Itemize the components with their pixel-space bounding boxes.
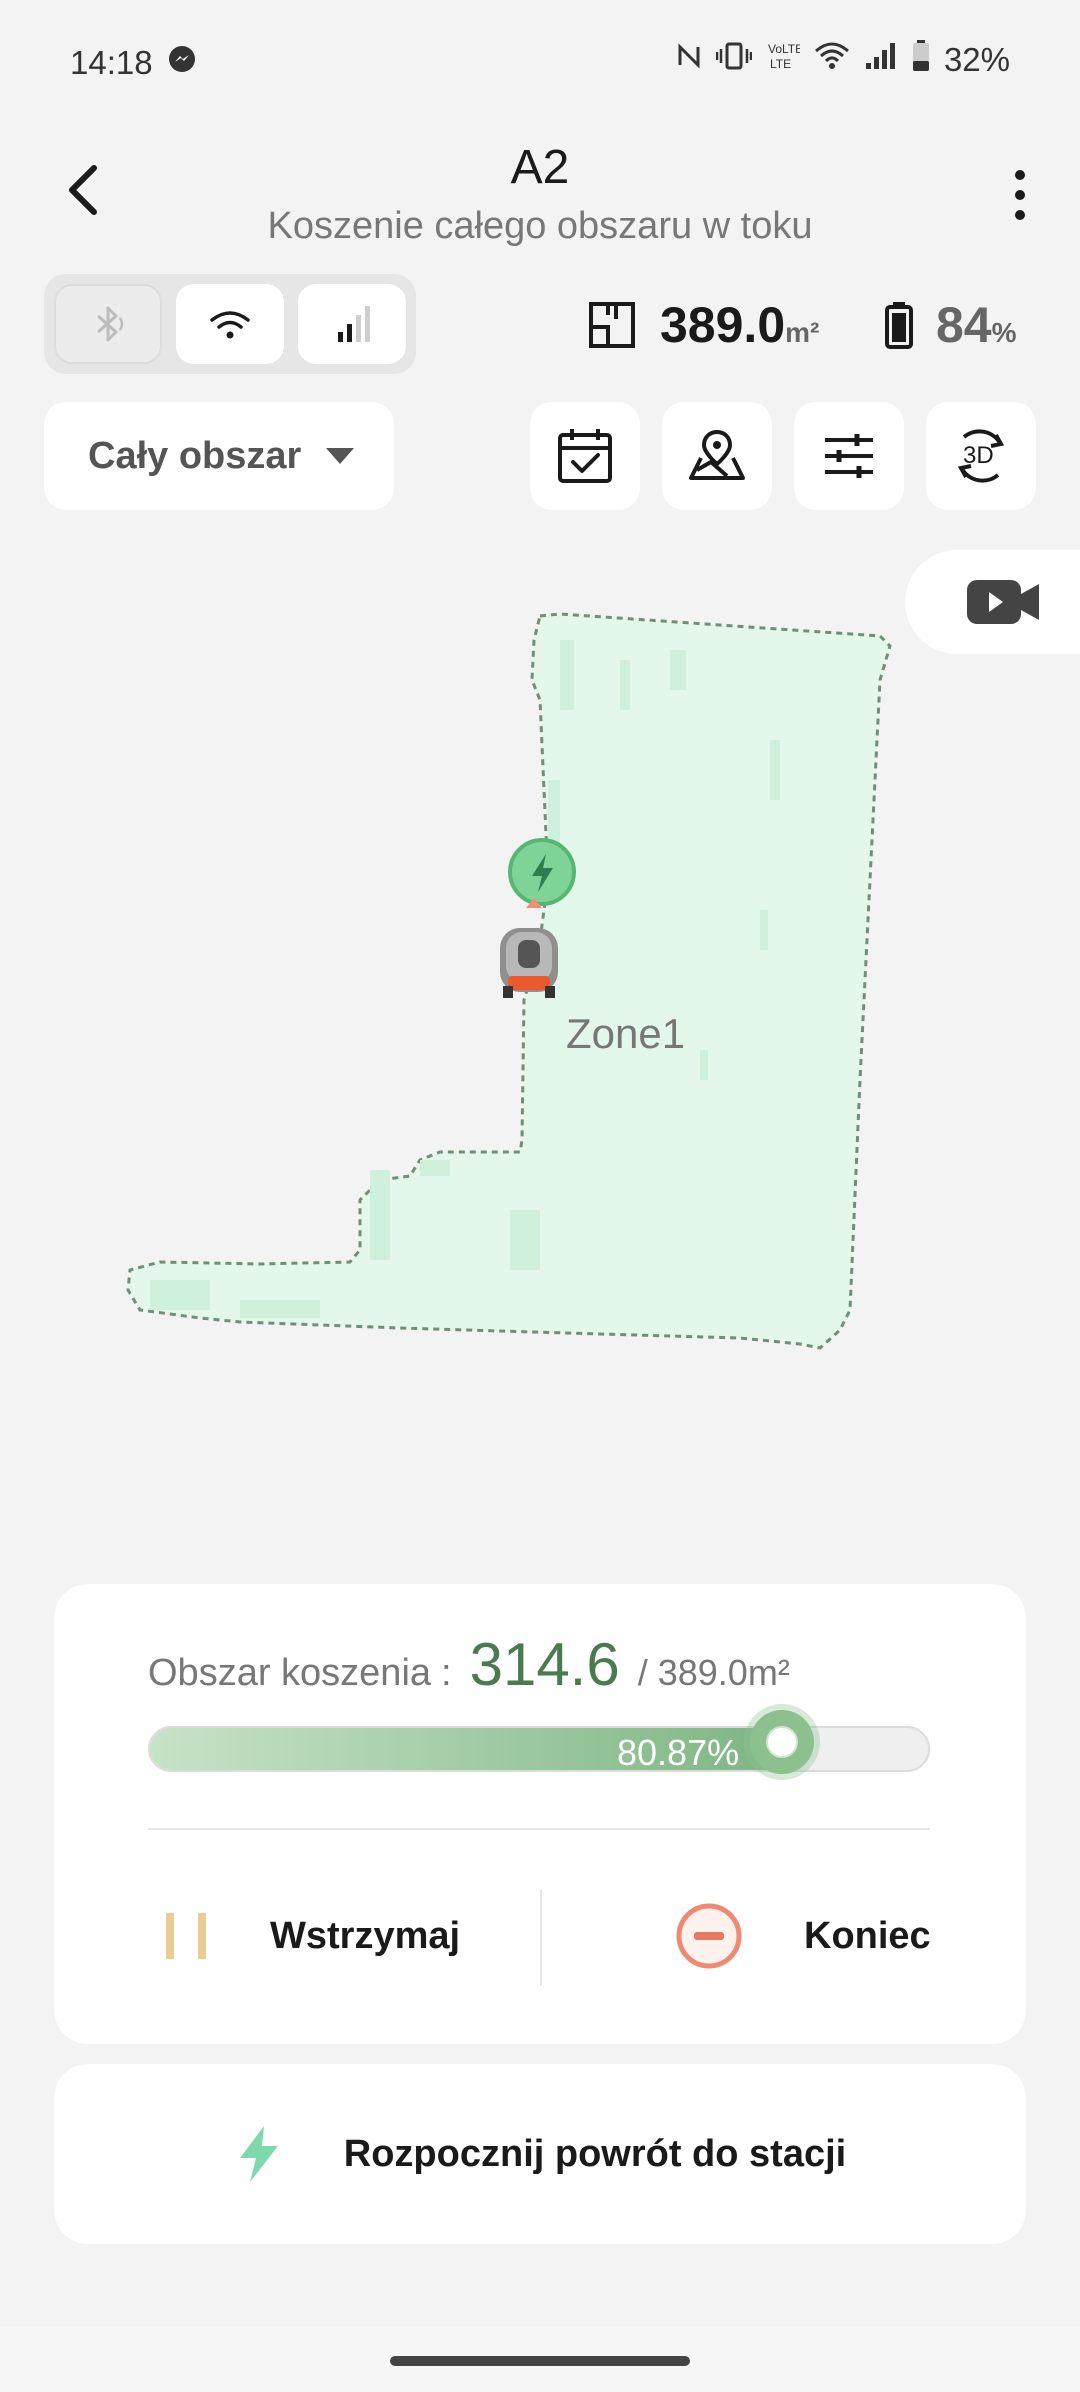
caret-down-icon (326, 448, 354, 464)
volte-icon: VoLTE LTE (766, 40, 803, 80)
mowing-area-label: Obszar koszenia (148, 1652, 432, 1694)
battery-percent: 32% (943, 41, 1010, 78)
pause-button[interactable]: Wstrzymaj (164, 1876, 460, 1996)
stop-minus-icon (676, 1903, 742, 1969)
mowing-map[interactable] (0, 580, 1080, 1480)
map-edit-button[interactable] (662, 402, 772, 510)
charging-station-icon[interactable] (508, 838, 576, 906)
area-dropdown-value: Cały obszar (88, 434, 302, 477)
schedule-button[interactable] (530, 402, 640, 510)
wifi-icon (210, 311, 250, 339)
view-3d-button[interactable]: 3D (926, 402, 1036, 510)
area-value: 389.0 (660, 297, 786, 353)
more-options-button[interactable] (1010, 165, 1030, 225)
zone-label: Zone1 (566, 1010, 686, 1057)
progress-percent: 80.87% (617, 1732, 740, 1773)
settings-sliders-button[interactable] (794, 402, 904, 510)
return-to-station-button[interactable]: Rozpocznij powrót do stacji (54, 2064, 1026, 2244)
divider-vertical (540, 1890, 542, 1986)
mower-icon[interactable] (500, 928, 558, 998)
nfc-icon (676, 41, 702, 79)
status-time: 14:18 (70, 44, 153, 81)
wifi-button[interactable] (176, 284, 284, 364)
floor-plan-icon (589, 302, 635, 348)
end-button[interactable]: Koniec (674, 1876, 931, 1996)
mowing-area-line: Obszar koszenia : 314.6 / 389.0m² (148, 1630, 790, 1699)
bluetooth-button[interactable] (54, 284, 162, 364)
svg-text:VoLTE: VoLTE (768, 42, 800, 56)
pause-icon (166, 1913, 206, 1959)
page-title: A2 (510, 141, 570, 194)
wifi-icon (814, 41, 850, 79)
divider (148, 1828, 930, 1830)
vibrate-icon (715, 41, 753, 79)
area-stat: 389.0m² (588, 296, 819, 354)
sliders-icon (825, 434, 873, 478)
battery-stat: 84% (884, 296, 1017, 354)
page-subtitle: Koszenie całego obszaru w toku (267, 205, 813, 247)
svg-text:LTE: LTE (770, 57, 791, 71)
more-vertical-icon (1015, 170, 1025, 220)
battery-unit: % (991, 317, 1017, 348)
map-pin-icon (689, 429, 745, 480)
mowing-area-separator: : (441, 1652, 452, 1694)
calendar-check-icon (558, 429, 612, 483)
battery-icon (912, 40, 930, 80)
messenger-icon (167, 44, 197, 82)
lightning-icon (239, 2126, 278, 2182)
connectivity-group (44, 274, 416, 374)
progress-knob-icon (750, 1710, 814, 1774)
return-to-station-label: Rozpocznij powrót do stacji (343, 2132, 847, 2175)
mower-battery-icon (885, 302, 913, 349)
end-label: Koniec (804, 1914, 931, 1957)
status-icons: VoLTE LTE 32% (676, 40, 1010, 80)
area-dropdown[interactable]: Cały obszar (44, 402, 394, 510)
battery-value: 84 (936, 297, 992, 353)
signal-icon (864, 41, 898, 79)
total-area-value: / 389.0m² (637, 1652, 790, 1693)
cellular-signal-icon (338, 306, 370, 342)
pause-label: Wstrzymaj (270, 1914, 461, 1957)
mowing-progress-card: Obszar koszenia : 314.6 / 389.0m² 80.87%… (54, 1584, 1026, 2044)
mowed-area-value: 314.6 (469, 1631, 620, 1698)
progress-bar: 80.87% (148, 1710, 930, 1774)
area-unit: m² (785, 317, 820, 348)
cellular-button[interactable] (298, 284, 406, 364)
bluetooth-icon (97, 306, 124, 342)
rotate-3d-icon: 3D (957, 429, 1005, 483)
home-handle[interactable] (390, 2356, 690, 2366)
status-bar: 14:18 (70, 44, 197, 82)
